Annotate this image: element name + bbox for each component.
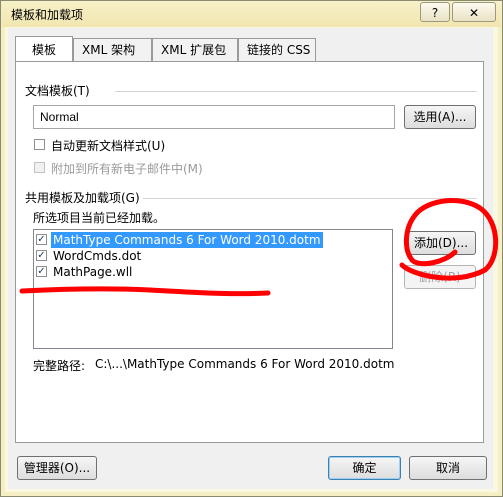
global-templates-list[interactable]: ✓ MathType Commands 6 For Word 2010.dotm… <box>33 229 393 349</box>
title-bar: 模板和加载项 ? ✕ <box>2 1 501 27</box>
group-divider <box>115 91 477 92</box>
help-icon: ? <box>431 6 439 20</box>
close-icon: ✕ <box>468 6 480 20</box>
close-button[interactable]: ✕ <box>452 2 496 22</box>
group-divider <box>143 198 477 199</box>
list-item[interactable]: ✓ MathType Commands 6 For Word 2010.dotm <box>36 232 376 248</box>
tab-linked-css[interactable]: 链接的 CSS <box>238 38 316 62</box>
help-button[interactable]: ? <box>420 2 450 22</box>
global-templates-group-label: 共用模板及加载项(G) <box>25 191 140 205</box>
ok-button[interactable]: 确定 <box>328 456 401 480</box>
attach-email-label: 附加到所有新电子邮件中(M) <box>51 162 203 176</box>
tab-xml-expansion-pack[interactable]: XML 扩展包 <box>152 38 238 62</box>
checkmark-icon[interactable]: ✓ <box>36 266 47 277</box>
remove-button: 删除(R) <box>404 265 476 289</box>
auto-update-label: 自动更新文档样式(U) <box>51 139 166 153</box>
list-item[interactable]: ✓ WordCmds.dot <box>36 248 376 264</box>
organizer-button[interactable]: 管理器(O)... <box>17 456 97 480</box>
dialog-title: 模板和加载项 <box>11 8 84 22</box>
tab-xml-schema[interactable]: XML 架构 <box>73 38 152 62</box>
checkmark-icon[interactable]: ✓ <box>36 234 47 245</box>
document-template-input[interactable] <box>33 105 395 129</box>
list-item[interactable]: ✓ MathPage.wll <box>36 264 376 280</box>
attach-email-checkbox <box>34 162 45 173</box>
checkmark-icon[interactable]: ✓ <box>36 250 47 261</box>
full-path-label: 完整路径: <box>33 359 86 373</box>
auto-update-checkbox[interactable] <box>34 139 45 150</box>
loaded-hint: 所选项目当前已经加载。 <box>33 211 166 225</box>
full-path-value: C:\...\MathType Commands 6 For Word 2010… <box>95 357 395 371</box>
tab-template[interactable]: 模板 <box>15 36 73 61</box>
attach-button[interactable]: 选用(A)... <box>404 105 476 129</box>
document-template-group-label: 文档模板(T) <box>25 84 90 98</box>
cancel-button[interactable]: 取消 <box>409 456 487 480</box>
add-button[interactable]: 添加(D)... <box>406 231 476 255</box>
